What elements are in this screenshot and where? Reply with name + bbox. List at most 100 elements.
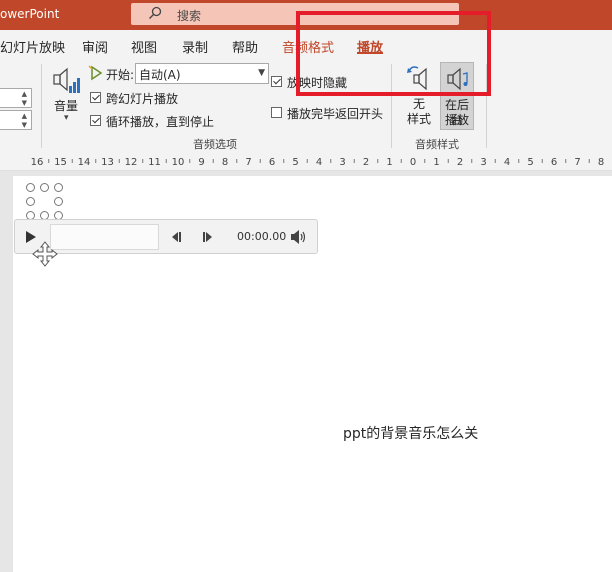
start-label: 开始: [106,68,135,82]
ruler-number: 10 [172,157,185,168]
audio-player: 00:00.00 [14,219,318,254]
ruler-number: 15 [54,157,67,168]
ruler-number: 12 [125,157,138,168]
rewind-checkbox[interactable] [271,107,282,118]
tab-help[interactable]: 帮助 [232,37,258,56]
ruler-tick [447,159,449,163]
audio-time: 00:00.00 [237,230,287,243]
ruler-number: 6 [269,157,275,168]
ruler-tick [165,159,167,163]
tab-review[interactable]: 审阅 [82,37,108,56]
ruler-number: 1 [433,157,439,168]
ruler-number: 8 [598,157,604,168]
ruler-tick [400,159,402,163]
volume-dropdown-arrow[interactable]: ▾ [64,113,69,123]
ruler-number: 2 [457,157,463,168]
slide-caption[interactable]: ppt的背景音乐怎么关 [343,423,478,443]
tab-view[interactable]: 视图 [131,37,157,56]
resize-handle[interactable] [40,183,49,192]
ruler-tick [71,159,73,163]
bg-play-label-2: 播放 [444,113,469,127]
ruler-number: 6 [551,157,557,168]
resize-handle[interactable] [54,183,63,192]
fade-in-spinner[interactable]: ▲ ▼ [0,88,32,108]
move-icon [32,241,58,267]
ruler-tick [283,159,285,163]
ruler-tick [471,159,473,163]
loop-checkbox[interactable] [90,115,101,126]
rewind-label[interactable]: 播放完毕返回开头 [287,105,383,122]
group-divider [41,64,42,148]
ruler-number: 9 [198,157,204,168]
skip-forward-icon[interactable] [201,231,213,243]
ruler-tick [330,159,332,163]
ruler-tick [259,159,261,163]
ruler-tick [541,159,543,163]
chevron-down-icon[interactable]: ▼ [258,68,265,78]
fade-out-spinner[interactable]: ▲ ▼ [0,110,32,130]
ruler-number: 2 [363,157,369,168]
tab-record[interactable]: 录制 [182,37,208,56]
no-style-label-1: 无 [412,97,425,111]
ruler-number: 4 [316,157,322,168]
ruler-number: 7 [574,157,580,168]
ruler-tick [118,159,120,163]
cross-slides-checkbox[interactable] [90,92,101,103]
speaker-icon[interactable] [290,230,306,244]
spin-down-icon[interactable]: ▼ [22,121,27,129]
ruler-tick [588,159,590,163]
ruler-tick [306,159,308,163]
ruler-number: 3 [480,157,486,168]
volume-label[interactable]: 音量 [54,97,78,114]
no-style-label-2: 样式 [406,112,431,126]
ruler-number: 14 [78,157,91,168]
ruler-tick [212,159,214,163]
search-label: 搜索 [177,9,202,23]
ruler-tick [142,159,144,163]
skip-back-icon[interactable] [171,231,183,243]
ruler-number: 5 [527,157,533,168]
ruler-tick [518,159,520,163]
resize-handle[interactable] [26,197,35,206]
ruler-number: 11 [148,157,161,168]
ruler-tick [353,159,355,163]
ruler-tick [95,159,97,163]
ruler-number: 8 [222,157,228,168]
ruler-tick [565,159,567,163]
hide-checkbox[interactable] [271,76,282,87]
audio-progress-track[interactable] [50,224,159,250]
resize-handle[interactable] [54,197,63,206]
ruler-number: 13 [101,157,114,168]
ruler-tick [494,159,496,163]
highlight-box [296,11,491,96]
search-icon [149,6,162,19]
ruler-number: 0 [410,157,416,168]
spin-down-icon[interactable]: ▼ [22,99,27,107]
volume-icon[interactable] [53,66,83,96]
ruler-number: 5 [292,157,298,168]
ruler-number: 4 [504,157,510,168]
spin-up-icon[interactable]: ▲ [22,112,27,120]
start-dropdown[interactable]: 自动(A) ▼ [135,63,269,84]
ruler-tick [377,159,379,163]
audio-styles-group-label: 音频样式 [415,138,459,151]
ruler-tick [424,159,426,163]
spin-up-icon[interactable]: ▲ [22,90,27,98]
ruler-tick [189,159,191,163]
cross-slides-label[interactable]: 跨幻灯片播放 [106,90,178,107]
start-value: 自动(A) [139,68,181,82]
app-title: owerPoint [0,7,60,21]
ruler-number: 1 [386,157,392,168]
audio-options-group-label: 音频选项 [193,138,237,151]
horizontal-ruler: 16 15 14 13 12 11 10 9 8 7 6 5 4 3 2 1 0 1 2 3 4 5 6 7 8 [0,152,612,171]
ruler-tick [236,159,238,163]
ruler-number: 7 [245,157,251,168]
ruler-number: 16 [31,157,44,168]
loop-label[interactable]: 循环播放，直到停止 [106,113,214,130]
ruler-tick [48,159,50,163]
ruler-number: 3 [339,157,345,168]
start-icon [88,65,103,81]
tab-slideshow[interactable]: 幻灯片放映 [0,37,65,56]
resize-handle[interactable] [26,183,35,192]
ruler-scale: 16 15 14 13 12 11 10 9 8 7 6 5 4 3 2 1 0 1 2 3 4 5 6 7 8 [31,157,605,168]
